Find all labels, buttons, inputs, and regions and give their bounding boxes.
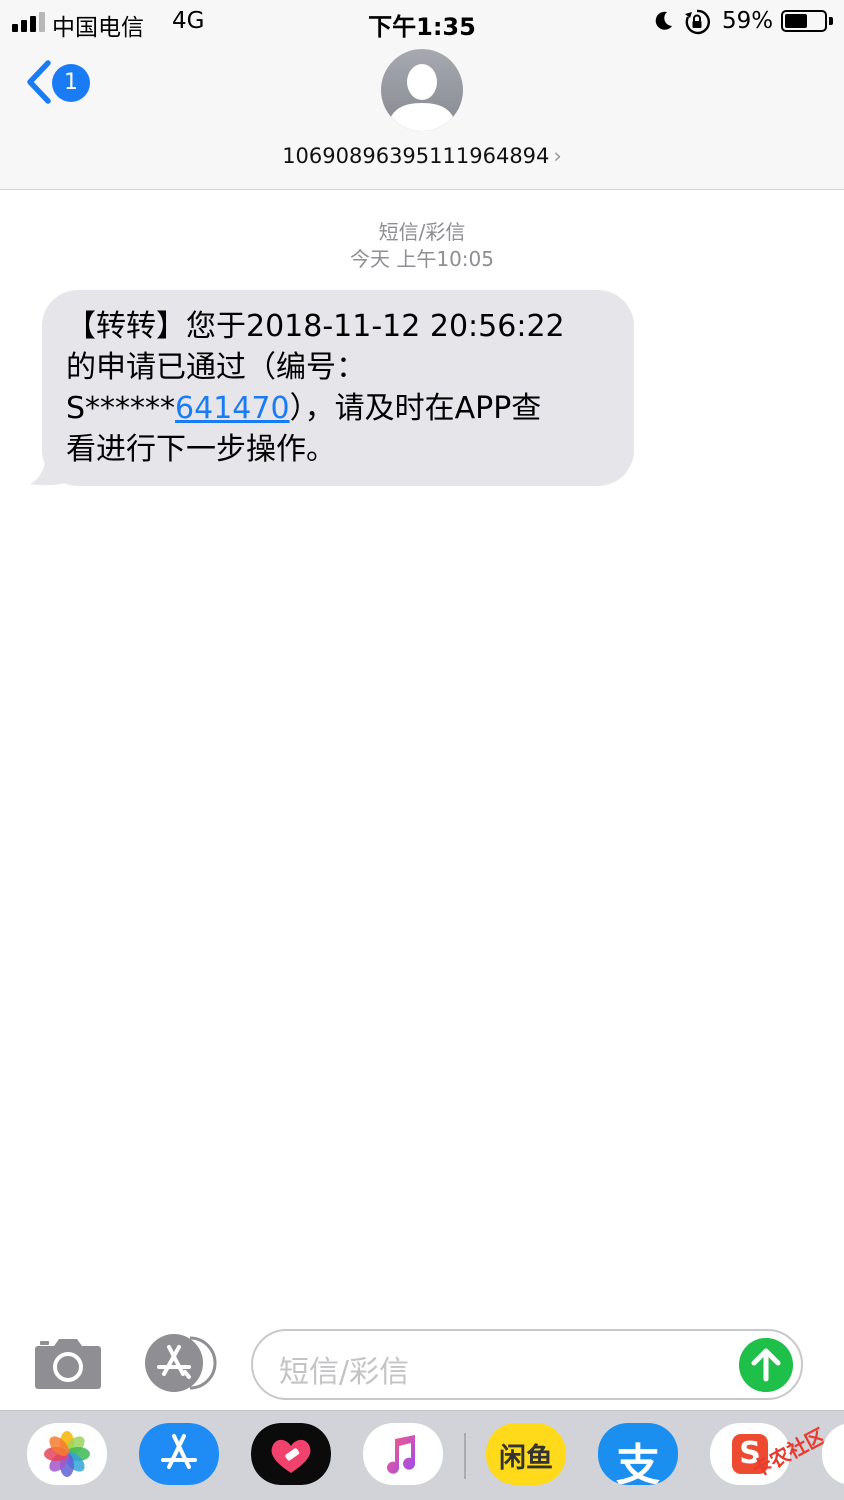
contact-avatar[interactable]: [381, 49, 463, 131]
rotation-lock-icon: [685, 9, 710, 35]
sender-number-text: 10690896395111964894: [282, 144, 550, 168]
incoming-message-bubble[interactable]: 【转转】您于2018-11-12 20:56:22 的申请已通过（编号： S**…: [42, 290, 634, 486]
battery-fill: [785, 14, 808, 28]
message-line-3: S******641470），请及时在APP查: [66, 388, 610, 429]
battery-icon: [781, 10, 827, 32]
thread-timestamp: 今天 上午10:05: [350, 247, 494, 271]
imessage-app-drawer: 闲鱼 支 S 卡农社区: [0, 1410, 844, 1500]
photos-app-icon[interactable]: [27, 1423, 107, 1485]
sender-number[interactable]: 10690896395111964894 ›: [0, 144, 844, 168]
thread-type-label: 短信/彩信: [378, 220, 466, 244]
music-app-icon[interactable]: [363, 1423, 443, 1485]
unread-count-badge[interactable]: 1: [52, 64, 90, 102]
back-chevron-icon[interactable]: [24, 59, 52, 105]
sender-details-chevron-icon: ›: [553, 144, 562, 168]
alipay-app-icon[interactable]: 支: [598, 1423, 678, 1485]
message-masked-id: S******: [66, 391, 176, 426]
camera-icon[interactable]: [34, 1336, 102, 1390]
message-line-1: 【转转】您于2018-11-12 20:56:22: [66, 309, 565, 344]
app-drawer-partial-icon[interactable]: [822, 1423, 844, 1485]
message-input-placeholder: 短信/彩信: [279, 1355, 410, 1390]
heart-sticker-app-icon[interactable]: [251, 1423, 331, 1485]
alipay-app-label: 支: [616, 1440, 660, 1485]
xianyu-app-icon[interactable]: 闲鱼: [486, 1423, 566, 1485]
message-line-4: 看进行下一步操作。: [66, 432, 336, 467]
message-number-link[interactable]: 641470: [175, 391, 290, 426]
message-line-3-suffix: ），请及时在APP查: [289, 391, 542, 426]
message-line-2: 的申请已通过（编号：: [66, 350, 366, 385]
xianyu-app-label: 闲鱼: [499, 1443, 553, 1474]
app-store-app-icon[interactable]: [139, 1423, 219, 1485]
send-button[interactable]: [739, 1338, 793, 1392]
conversation-header: 1 10690896395111964894 ›: [0, 44, 844, 190]
status-bar: 中国电信 4G 下午1:35 59%: [0, 0, 844, 44]
message-input[interactable]: 短信/彩信: [251, 1329, 803, 1400]
app-drawer-divider: [464, 1433, 466, 1479]
battery-percentage: 59%: [722, 8, 774, 34]
battery-tip: [829, 17, 833, 25]
do-not-disturb-moon-icon: [655, 11, 672, 30]
app-store-drawer-icon[interactable]: [142, 1334, 218, 1392]
status-time: 下午1:35: [368, 13, 476, 41]
